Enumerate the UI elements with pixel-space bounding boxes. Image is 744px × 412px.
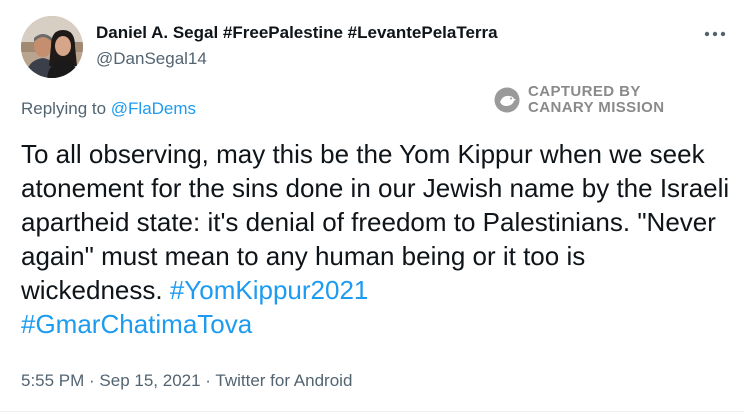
profile-photo-icon: [21, 16, 83, 78]
hashtag-link[interactable]: #GmarChatimaTova: [21, 309, 252, 339]
watermark-text-block: CAPTURED BY CANARY MISSION: [528, 84, 664, 116]
author-handle[interactable]: @DanSegal14: [96, 48, 498, 70]
canary-bird-icon: [494, 87, 520, 113]
meta-separator: ·: [200, 371, 216, 390]
hashtag-link[interactable]: #YomKippur2021: [170, 275, 369, 305]
tweet-body: To all observing, may this be the Yom Ki…: [21, 137, 731, 341]
meta-separator: ·: [84, 371, 100, 390]
tweet-metadata: 5:55 PM · Sep 15, 2021 · Twitter for And…: [21, 370, 352, 392]
canary-mission-watermark: CAPTURED BY CANARY MISSION: [494, 84, 664, 116]
watermark-line-2: CANARY MISSION: [528, 99, 665, 116]
author-avatar[interactable]: [21, 16, 83, 78]
reply-mention-link[interactable]: @FlaDems: [111, 99, 196, 118]
tweet-text: To all observing, may this be the Yom Ki…: [21, 139, 730, 305]
tweet-time[interactable]: 5:55 PM: [21, 371, 84, 390]
watermark-line-1: CAPTURED BY: [528, 83, 641, 100]
tweet-card: Daniel A. Segal #FreePalestine #LevanteP…: [0, 0, 744, 412]
more-options-button[interactable]: [698, 22, 732, 46]
reply-context: Replying to @FlaDems: [21, 98, 196, 120]
more-horizontal-icon: [704, 31, 726, 37]
author-display-name[interactable]: Daniel A. Segal #FreePalestine #LevanteP…: [96, 22, 498, 44]
reply-prefix: Replying to: [21, 99, 111, 118]
tweet-date[interactable]: Sep 15, 2021: [99, 371, 200, 390]
tweet-source[interactable]: Twitter for Android: [215, 371, 352, 390]
author-info: Daniel A. Segal #FreePalestine #LevanteP…: [96, 22, 498, 70]
